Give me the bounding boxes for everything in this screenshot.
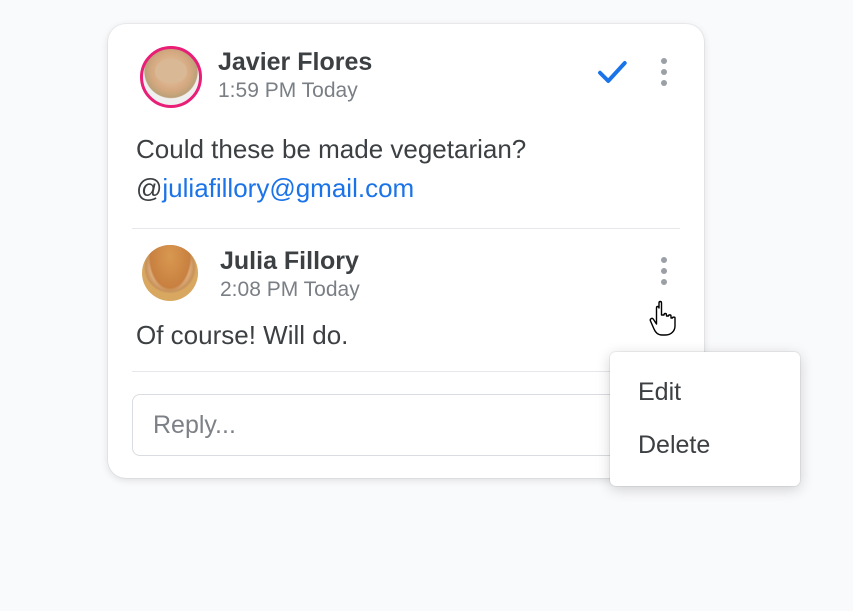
main-comment: Javier Flores 1:59 PM Today Could these … <box>132 46 680 208</box>
avatar[interactable] <box>140 46 202 108</box>
author-block: Javier Flores 1:59 PM Today <box>218 46 578 103</box>
context-menu: Edit Delete <box>610 352 800 486</box>
comment-header: Javier Flores 1:59 PM Today <box>132 46 680 108</box>
reply-comment: Julia Fillory 2:08 PM Today Of course! W… <box>132 245 680 351</box>
comment-actions <box>652 245 680 289</box>
author-name: Julia Fillory <box>220 247 630 276</box>
comment-actions <box>594 46 680 90</box>
comment-body: Of course! Will do. <box>132 320 680 351</box>
more-options-icon[interactable] <box>652 54 676 90</box>
menu-item-edit[interactable]: Edit <box>610 366 800 419</box>
author-name: Javier Flores <box>218 48 578 77</box>
avatar[interactable] <box>142 245 198 301</box>
divider <box>132 371 680 372</box>
comment-timestamp: 1:59 PM Today <box>218 79 578 103</box>
divider <box>132 228 680 229</box>
author-block: Julia Fillory 2:08 PM Today <box>220 245 630 302</box>
comment-header: Julia Fillory 2:08 PM Today <box>132 245 680 302</box>
reply-input[interactable] <box>132 394 680 456</box>
more-options-icon[interactable] <box>652 253 676 289</box>
resolve-checkmark-icon[interactable] <box>594 54 630 90</box>
mention-email[interactable]: juliafillory@gmail.com <box>162 173 414 203</box>
mention-at: @ <box>136 173 162 203</box>
comment-body: Could these be made vegetarian? @juliafi… <box>132 130 680 208</box>
comment-text: Could these be made vegetarian? <box>136 134 526 164</box>
menu-item-delete[interactable]: Delete <box>610 419 800 472</box>
comment-timestamp: 2:08 PM Today <box>220 278 630 302</box>
